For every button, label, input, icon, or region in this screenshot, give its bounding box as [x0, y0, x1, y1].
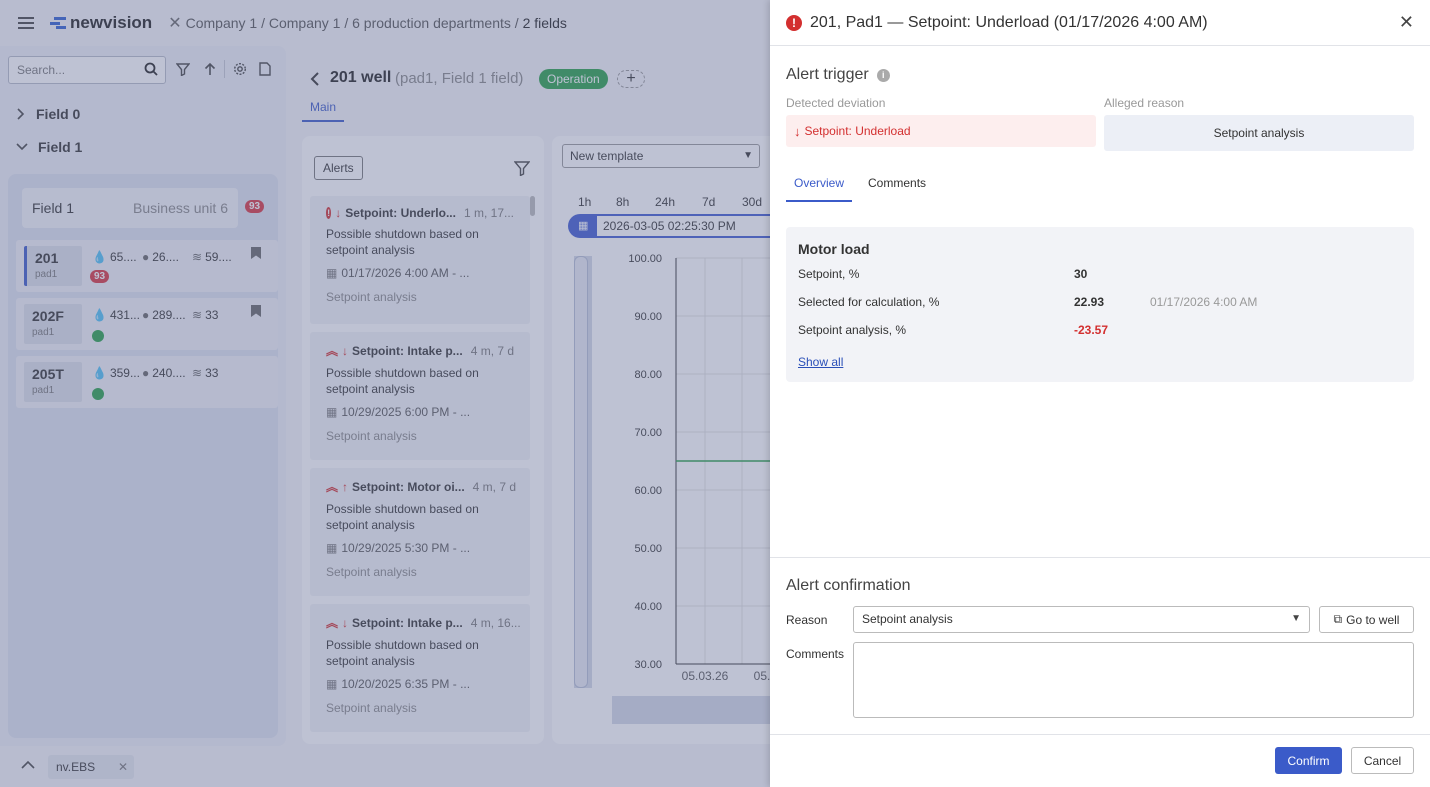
confirmation-title: Alert confirmation [786, 577, 911, 594]
detected-label: Detected deviation [786, 96, 886, 110]
modal-overlay[interactable] [0, 0, 770, 787]
divider [770, 557, 1430, 558]
row-label: Setpoint, % [798, 267, 860, 281]
row-label: Setpoint analysis, % [798, 323, 907, 337]
arrow-down-icon: ↓ [794, 123, 801, 139]
caret-down-icon: ▼ [1291, 613, 1301, 624]
motor-title: Motor load [798, 241, 870, 257]
reason-select[interactable]: Setpoint analysis ▼ [853, 606, 1310, 633]
drawer-tabs: Overview Comments [786, 168, 942, 202]
row-value: 30 [1074, 267, 1088, 281]
row-label: Selected for calculation, % [798, 295, 940, 309]
reason-label: Reason [786, 613, 828, 627]
alert-critical-icon: ! [786, 14, 802, 31]
comments-label: Comments [786, 647, 845, 661]
tab-comments[interactable]: Comments [860, 168, 934, 202]
go-to-well-label: Go to well [1346, 612, 1400, 627]
external-link-icon: ⧉ [1333, 612, 1343, 626]
confirm-button[interactable]: Confirm [1275, 747, 1342, 774]
row-value: 22.93 [1074, 295, 1105, 309]
go-to-well-button[interactable]: ⧉ Go to well [1319, 606, 1414, 633]
row-value: -23.57 [1074, 323, 1109, 337]
detected-deviation: ↓ Setpoint: Underload [786, 115, 1096, 147]
row-extra: 01/17/2026 4:00 AM [1150, 295, 1258, 309]
cancel-button[interactable]: Cancel [1351, 747, 1414, 774]
comments-textarea[interactable] [853, 642, 1414, 718]
motor-load-card: Motor load Setpoint, % 30 Selected for c… [786, 227, 1414, 382]
alert-drawer: ! 201, Pad1 — Setpoint: Underload (01/17… [770, 0, 1430, 787]
reason-select-value: Setpoint analysis [862, 612, 953, 626]
drawer-title: 201, Pad1 — Setpoint: Underload (01/17/2… [810, 13, 1208, 31]
alert-trigger-title: Alert trigger [786, 66, 869, 83]
drawer-header: ! 201, Pad1 — Setpoint: Underload (01/17… [770, 0, 1430, 46]
close-icon[interactable]: ✕ [1399, 12, 1414, 33]
show-all-link[interactable]: Show all [798, 355, 843, 369]
tab-overview[interactable]: Overview [786, 168, 853, 202]
divider [770, 734, 1430, 735]
info-icon[interactable]: i [876, 68, 890, 82]
alleged-label: Alleged reason [1104, 96, 1185, 110]
detected-value: Setpoint: Underload [804, 124, 911, 138]
alert-trigger-heading: Alert trigger i [786, 66, 890, 84]
alleged-reason: Setpoint analysis [1104, 115, 1414, 151]
